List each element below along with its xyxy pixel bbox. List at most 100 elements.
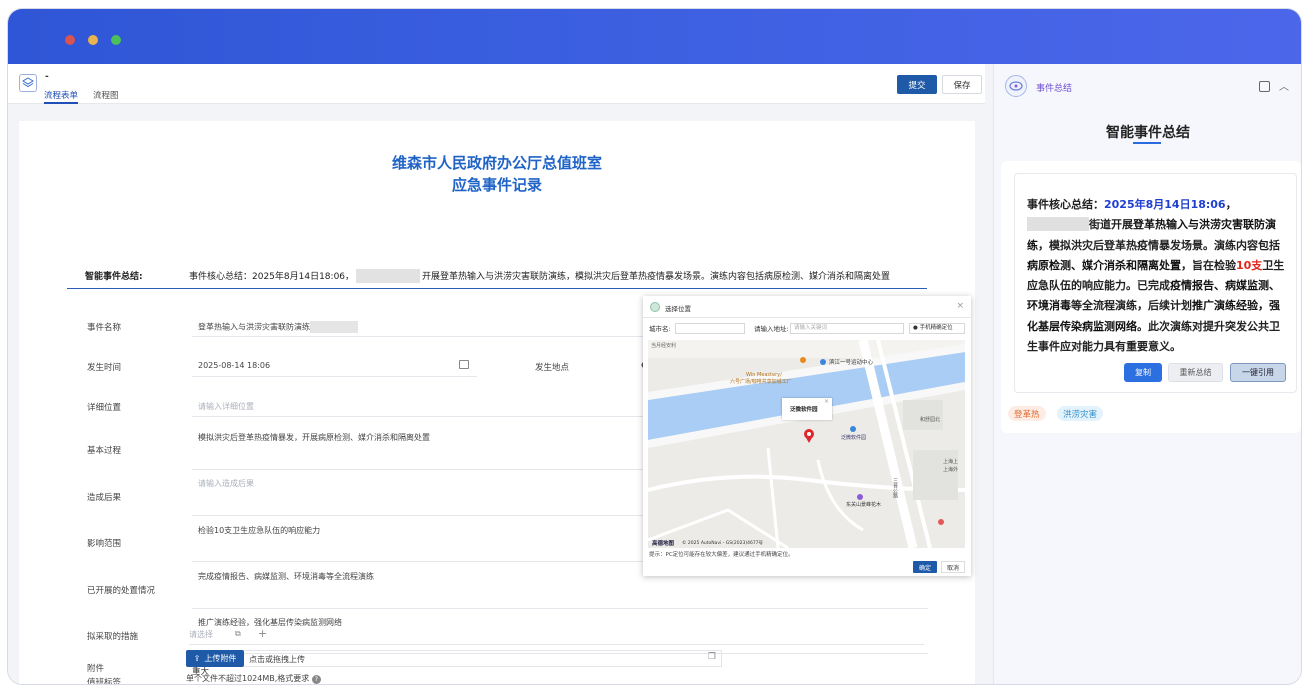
maximize-dot[interactable] — [111, 35, 121, 45]
event-name-label: 事件名称 — [87, 323, 122, 333]
poi-heshuyuan: 和舒园北 — [920, 417, 941, 423]
summary-panel: 事件总结 ︿ 智能事件总结 事件核心总结：2025年8月14日18:06， 街道开… — [993, 64, 1301, 684]
detail-location-field[interactable]: 请输入详细位置 — [198, 401, 254, 412]
consequence-label: 造成后果 — [87, 493, 122, 503]
basic-process-label: 基本过程 — [87, 446, 122, 456]
summary-text-5: ，旨在检验 — [1181, 258, 1236, 272]
poi-shanghai-2: 上海外 — [943, 467, 959, 473]
measures-taken-label: 已开展的处置情况 — [87, 586, 156, 596]
form-title-line2: 应急事件记录 — [451, 176, 542, 194]
tag-dengue[interactable]: 登革热 — [1008, 406, 1046, 421]
map-graphic — [648, 340, 965, 548]
panel-big-title: 智能事件总结 — [1106, 125, 1190, 141]
locate-button[interactable]: ● 手机精确定位 — [909, 323, 965, 334]
map-brand: 高德地图 — [652, 541, 675, 547]
summary-inner-card: 事件核心总结：2025年8月14日18:06，街道开展登革热输入与洪涝灾害联防演… — [1014, 173, 1297, 393]
tab-process-diagram[interactable]: 流程图 — [93, 89, 119, 101]
summary-text-3: 街道开展 — [1089, 218, 1133, 232]
size-hint: 单个文件不超过1024MB,格式要求 ? — [186, 673, 321, 684]
upload-hint: 点击或拖拽上传 — [249, 655, 305, 664]
map-dialog-icon — [650, 302, 660, 312]
basic-process-field[interactable]: 模拟洪灾后登革热疫情暴发，开展病原检测、媒介消杀和隔离处置 — [198, 432, 430, 443]
collapse-icon[interactable]: ︿ — [1279, 78, 1289, 93]
summary-red: 10支 — [1236, 258, 1263, 272]
map-confirm-button[interactable]: 确定 — [913, 561, 937, 573]
pin-icon: ● — [913, 325, 918, 331]
summary-divider — [67, 288, 927, 289]
map-canvas[interactable]: 当月经安利 滨江一号运动中心 Win Meastery/ 六号广场/咖啡共享加城… — [648, 340, 965, 548]
title-underline — [1133, 142, 1161, 144]
map-cancel-button[interactable]: 取消 — [941, 561, 965, 573]
attachment-label: 附件 — [87, 664, 105, 674]
editor-toolbar: - 流程表单 流程图 提交 保存 — [8, 64, 985, 104]
summary-text-7: 等全流程演练，后续计划 — [1071, 299, 1192, 313]
copy-button[interactable]: 复制 — [1124, 363, 1162, 382]
summary-label: 智能事件总结: — [85, 272, 143, 282]
minimize-dot[interactable] — [88, 35, 98, 45]
city-input[interactable] — [675, 323, 745, 334]
close-icon[interactable]: × — [956, 301, 964, 311]
summary-field[interactable]: 事件核心总结：2025年8月14日18:06， 开展登革热输入与洪涝灾害联防演练，… — [189, 269, 929, 283]
apply-button[interactable]: 一键引用 — [1230, 363, 1286, 382]
poi-sports-center: 滨江一号运动中心 — [829, 360, 874, 366]
upload-label: 上传附件 — [204, 654, 237, 663]
poi-coffee: 六号广场/咖啡共享加城工厂 — [730, 379, 792, 385]
measures-planned-label: 拟采取的措施 — [87, 632, 139, 642]
help-icon[interactable]: ? — [311, 675, 321, 684]
fullscreen-icon[interactable] — [1259, 81, 1270, 92]
tag-flood[interactable]: 洪涝灾害 — [1057, 406, 1104, 421]
duty-tag-label: 值班标签 — [87, 678, 122, 684]
time-field[interactable]: 2025-08-14 18:06 — [198, 361, 270, 370]
popup-title: 泛微软件园 — [790, 407, 818, 413]
scope-field[interactable]: 检验10支卫生应急队伍的响应能力 — [198, 525, 320, 536]
city-label: 城市名: — [649, 325, 671, 333]
poi-software-park: 泛微软件园 — [841, 435, 867, 441]
copy-icon: ⧉ — [235, 629, 241, 638]
upload-dropzone[interactable]: 点击或拖拽上传 ❐ — [244, 650, 722, 667]
measures-taken-field[interactable]: 完成疫情报告、病媒监测、环境消毒等全流程演练 — [198, 571, 374, 582]
document-icon — [19, 74, 37, 92]
app-window: - 流程表单 流程图 提交 保存 维森市人民政府办公厅总值班室 应急事件记录 智… — [8, 9, 1301, 684]
field-underline — [192, 376, 477, 377]
address-label: 请输入地址: — [754, 325, 789, 333]
field-underline — [189, 644, 924, 645]
save-button[interactable]: 保存 — [942, 75, 982, 94]
address-input[interactable]: 请输入关键词 — [790, 323, 904, 334]
duty-tag-select[interactable]: 请选择 ⧉ — [189, 629, 244, 642]
add-tag-button[interactable]: + — [258, 627, 267, 640]
size-hint-text: 单个文件不超过1024MB,格式要求 — [186, 674, 310, 683]
road-label: 三普公路 — [892, 478, 898, 498]
map-dialog-title: 选择位置 — [665, 305, 691, 313]
ai-summary-text: 事件核心总结：2025年8月14日18:06，街道开展登革热输入与洪涝灾害联防演… — [1027, 195, 1289, 357]
duty-tag-placeholder: 请选择 — [189, 630, 213, 639]
consequence-field[interactable]: 请输入造成后果 — [198, 478, 254, 489]
poi-dongguanshan: 东关山景峰花木 — [846, 502, 882, 508]
summary-text-4: ，模拟洪灾后登革热疫情暴发场景。演练内容包括 — [1038, 238, 1280, 252]
regenerate-button[interactable]: 重新总结 — [1168, 363, 1223, 382]
summary-suffix: 开展登革热输入与洪涝灾害联防演练，模拟洪灾后登革热疫情暴发场景。演练内容包括病原… — [422, 272, 891, 282]
time-label: 发生时间 — [87, 363, 122, 373]
event-name-field[interactable]: 登革热输入与洪涝灾害联防演练 — [198, 321, 358, 333]
event-name-value: 登革热输入与洪涝灾害联防演练 — [198, 322, 310, 332]
document-title: - — [45, 72, 49, 82]
redacted-block — [1027, 216, 1089, 231]
detail-location-label: 详细位置 — [87, 403, 122, 413]
summary-date: 2025年8月14日18:06 — [1104, 198, 1226, 211]
tab-process-form[interactable]: 流程表单 — [44, 89, 79, 104]
summary-bold-2: 病原检测、媒介消杀和隔离处置 — [1027, 258, 1181, 272]
submit-button[interactable]: 提交 — [897, 75, 937, 94]
measures-planned-field[interactable]: 推广演练经验，强化基层传染病监测网络 — [198, 617, 342, 628]
redacted-block — [356, 269, 421, 283]
summary-prefix: 事件核心总结：2025年8月14日18:06， — [189, 272, 355, 282]
map-dialog-header: 选择位置 × — [643, 296, 971, 318]
upload-button[interactable]: ⇪ 上传附件 — [186, 650, 244, 667]
close-dot[interactable] — [65, 35, 75, 45]
popup-close-icon[interactable]: × — [824, 398, 829, 405]
calendar-icon[interactable] — [459, 360, 469, 369]
scope-label: 影响范围 — [87, 539, 122, 549]
field-underline — [192, 608, 928, 609]
redacted-block — [310, 321, 358, 333]
location-picker-dialog: 选择位置 × 城市名: 请输入地址: 请输入关键词 ● 手机精确定位 当月经安利… — [643, 296, 971, 576]
place-label: 发生地点 — [535, 363, 570, 373]
summary-card: 事件核心总结：2025年8月14日18:06，街道开展登革热输入与洪涝灾害联防演… — [1001, 161, 1301, 433]
